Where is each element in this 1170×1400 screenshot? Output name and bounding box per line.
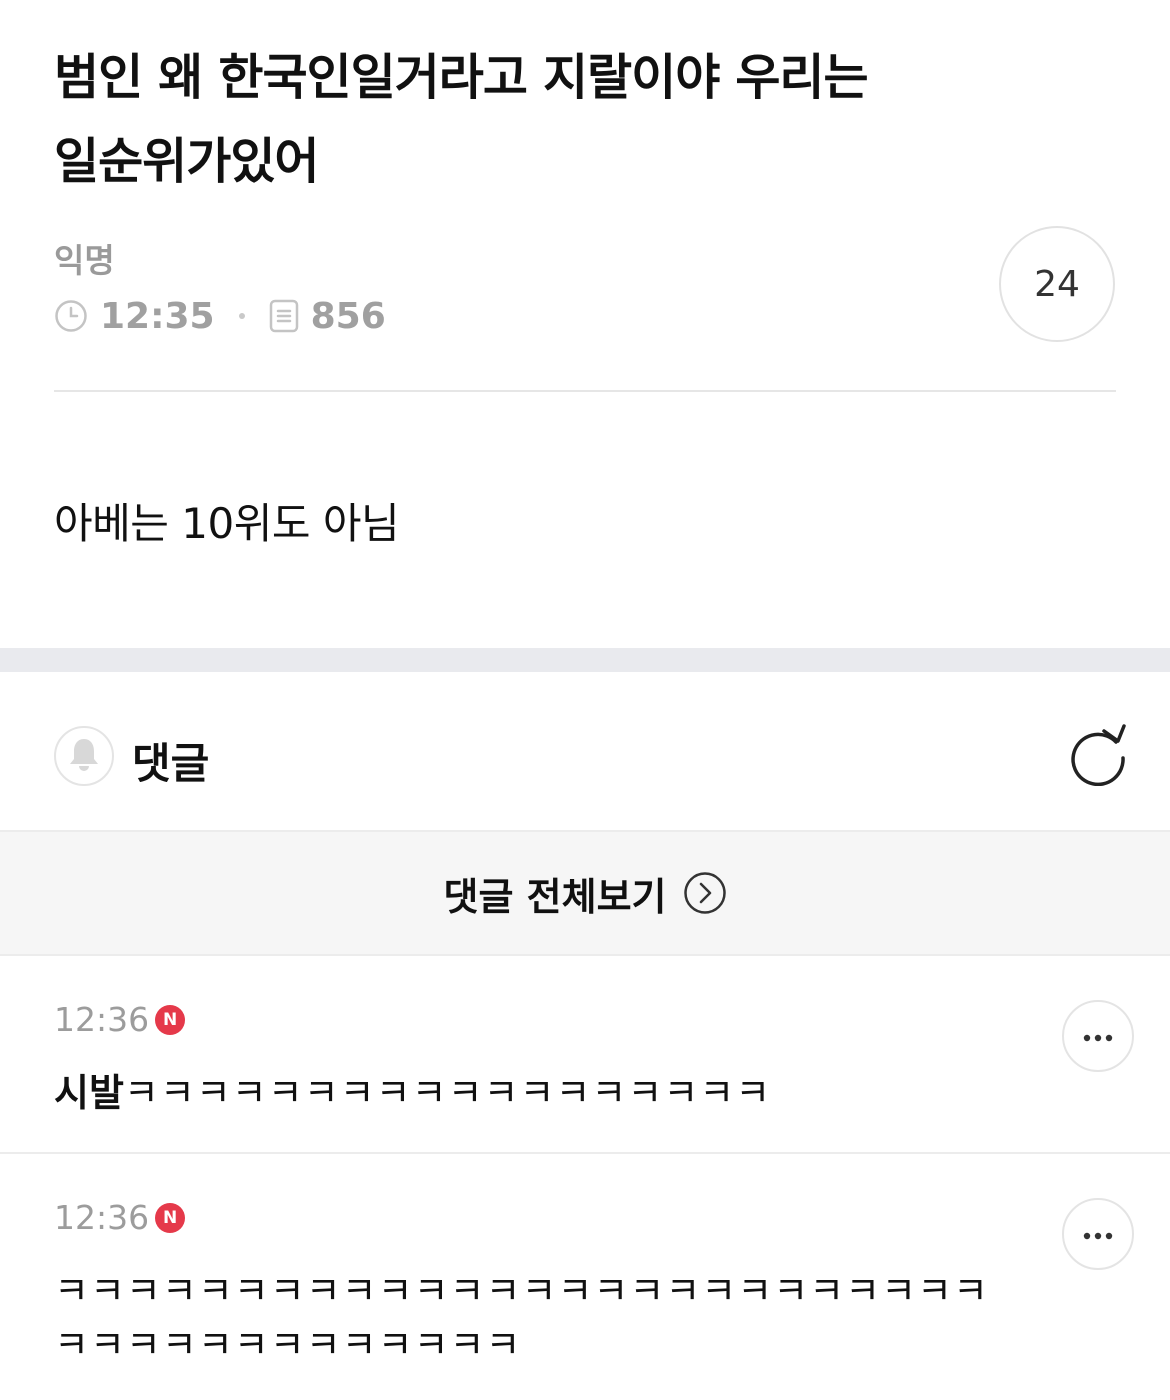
- comments-header: 댓글: [0, 672, 1170, 832]
- meta-separator: [238, 313, 245, 319]
- clock-icon: [54, 299, 88, 333]
- chevron-right-circle-icon: [683, 871, 727, 915]
- view-all-comments-label: 댓글 전체보기: [443, 874, 667, 919]
- post-author[interactable]: 익명: [54, 234, 115, 282]
- post-views: 856: [310, 295, 386, 337]
- bell-icon: [67, 736, 101, 776]
- document-icon: [269, 299, 299, 333]
- comment-item: 12:36 N ㅋㅋㅋㅋㅋㅋㅋㅋㅋㅋㅋㅋㅋㅋㅋㅋㅋㅋㅋㅋㅋㅋㅋㅋㅋㅋㅋㅋㅋㅋㅋㅋ…: [0, 1156, 1170, 1400]
- view-all-comments-button[interactable]: 댓글 전체보기: [0, 832, 1170, 956]
- refresh-button[interactable]: [1066, 722, 1130, 787]
- post-time: 12:35: [100, 295, 215, 337]
- comment-meta: 12:36 N: [54, 1000, 186, 1039]
- comment-text-rest: ㅋㅋㅋㅋㅋㅋㅋㅋㅋㅋㅋㅋㅋㅋㅋㅋㅋㅋ: [123, 1071, 772, 1115]
- post-meta: 12:35 856: [54, 293, 386, 339]
- comment-text: ㅋㅋㅋㅋㅋㅋㅋㅋㅋㅋㅋㅋㅋㅋㅋㅋㅋㅋㅋㅋㅋㅋㅋㅋㅋㅋㅋㅋㅋㅋㅋㅋㅋㅋㅋㅋㅋㅋㅋ: [54, 1264, 1014, 1372]
- comment-more-button[interactable]: [1062, 1198, 1134, 1270]
- new-badge: N: [155, 1202, 186, 1233]
- comment-time: 12:36: [54, 1000, 150, 1039]
- comment-text: 시발ㅋㅋㅋㅋㅋㅋㅋㅋㅋㅋㅋㅋㅋㅋㅋㅋㅋㅋ: [54, 1066, 1054, 1120]
- post-title: 범인 왜 한국인일거라고 지랄이야 우리는 일순위가있어: [54, 49, 869, 190]
- comment-count-badge[interactable]: 24: [999, 226, 1115, 342]
- comment-meta: 12:36 N: [54, 1198, 186, 1237]
- comments-label: 댓글: [132, 739, 210, 788]
- more-dots-icon: [1083, 1027, 1113, 1046]
- post-body: 아베는 10위도 아님: [54, 499, 400, 548]
- divider: [54, 390, 1116, 392]
- comment-text-lead: 시발: [54, 1071, 124, 1115]
- comment-item: 12:36 N 시발ㅋㅋㅋㅋㅋㅋㅋㅋㅋㅋㅋㅋㅋㅋㅋㅋㅋㅋ: [0, 958, 1170, 1154]
- comment-more-button[interactable]: [1062, 1000, 1134, 1072]
- notification-button[interactable]: [54, 726, 114, 786]
- section-separator: [0, 648, 1170, 672]
- new-badge: N: [155, 1004, 186, 1035]
- post-header: 범인 왜 한국인일거라고 지랄이야 우리는 일순위가있어 익명 12:35 85…: [0, 0, 1170, 395]
- more-dots-icon: [1083, 1225, 1113, 1244]
- comment-text-rest: ㅋㅋㅋㅋㅋㅋㅋㅋㅋㅋㅋㅋㅋㅋㅋㅋㅋㅋㅋㅋㅋㅋㅋㅋㅋㅋㅋㅋㅋㅋㅋㅋㅋㅋㅋㅋㅋㅋㅋ: [54, 1269, 989, 1367]
- comment-time: 12:36: [54, 1198, 150, 1237]
- refresh-icon: [1066, 724, 1130, 790]
